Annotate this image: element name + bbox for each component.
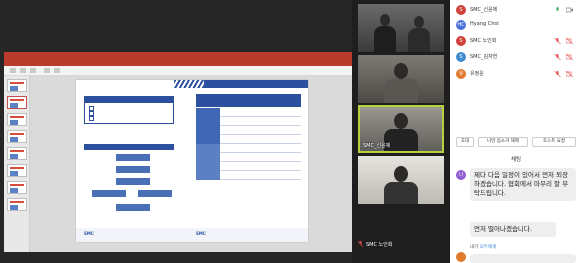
ribbon-icon[interactable] [44,68,50,73]
chat-message-partial [470,254,576,263]
request-host-button[interactable]: 호스트 요청 [532,137,576,147]
slide-thumbnail[interactable] [7,79,27,92]
slide-footer [76,228,308,242]
video-off-icon[interactable] [566,54,573,60]
slide-canvas: SMC SMC [30,76,352,252]
participant-body [384,182,418,204]
participant-name: 유정운 [470,71,484,77]
mic-on-icon[interactable] [554,7,561,13]
flow-box [116,204,150,211]
avatar: S [456,5,466,15]
participant-name: Hyang Choi [470,21,499,27]
checklist-item [89,116,184,121]
slide-thumbnail[interactable] [7,113,27,126]
slide-thumbnail[interactable] [7,181,27,194]
slide-thumbnail[interactable] [7,147,27,160]
slide-footer-logo: SMC [196,231,206,236]
avatar: 유 [456,69,466,79]
muted-mic-icon [358,241,363,247]
avatar: HC [456,20,466,30]
participant-head [380,14,390,26]
mic-muted-icon[interactable] [554,38,561,44]
shared-screen: SMC SMC [0,0,352,263]
participant-row[interactable]: S SMC 노인회 [456,35,580,47]
participant-body [374,26,396,52]
participant-row[interactable]: 유 유정운 [456,68,580,80]
table-category [196,144,220,180]
participant-head [394,63,408,79]
video-off-icon[interactable] [566,38,573,44]
chat-recipient: 모두에게 [479,245,497,250]
side-panel: S SMC_신윤제 HC Hyang Choi S SMC 노인회 S SMC_… [450,0,582,263]
chat-from-label: 내가 [470,245,479,250]
bottom-speaker-name: SMC 노인회 [366,242,393,248]
slide-header-stripe [174,80,204,88]
participant-head [394,166,408,182]
video-tile-label: SMC_신윤제 [363,143,391,149]
participant-body [384,79,418,103]
participant-name: SMC 노인회 [470,38,497,44]
flow-box [116,166,150,173]
unmute-me-button[interactable]: 나만 음소거 해제 [478,137,528,147]
chat-title: 채팅 [510,157,522,163]
chat-message: 먼저 떨어나겠습니다. [470,222,556,237]
slide-thumbnail[interactable] [7,130,27,143]
slide-thumbnail[interactable] [7,164,27,177]
room-video [358,4,444,52]
chat-avatar: 나 [456,170,466,180]
video-tile[interactable] [358,55,444,103]
participant-row[interactable]: HC Hyang Choi [456,19,580,31]
table-category [196,108,220,144]
checklist-item [89,111,184,116]
ribbon-icon[interactable] [30,68,36,73]
table-header [196,100,301,107]
ribbon-icon[interactable] [54,68,60,73]
slide-footer-logo: SMC [84,231,94,236]
avatar: S [456,36,466,46]
video-off-icon[interactable] [566,71,573,77]
mic-muted-icon[interactable] [554,71,561,77]
flow-box [138,190,172,197]
participant-body [408,28,430,52]
flow-title [84,144,174,150]
flow-box [116,178,150,185]
ribbon-icon[interactable] [20,68,26,73]
flow-box [92,190,126,197]
video-tile-active-speaker[interactable]: SMC_신윤제 [358,105,444,153]
participant-row[interactable]: S SMC_신윤제 [456,4,580,16]
chat-avatar [456,252,466,262]
checklist-item [89,106,184,111]
participant-name: SMC_신윤제 [470,7,498,13]
video-tile[interactable] [358,4,444,52]
avatar: S [456,52,466,62]
participant-body [384,129,418,151]
participant-row[interactable]: S SMC_김자연 [456,51,580,63]
ribbon-icon[interactable] [10,68,16,73]
participant-head [414,16,424,28]
ppt-title-bar [4,52,352,66]
mic-muted-icon[interactable] [554,54,561,60]
flow-box [116,154,150,161]
slide-thumbnail[interactable] [7,96,27,109]
chat-message: 제다 다음 일정이 있어서 먼저 퇴장하겠습니다. 협회에서 마무리 잘 부탁드… [470,168,576,201]
video-on-icon[interactable] [566,7,573,13]
participant-head [394,113,408,129]
participant-name: SMC_김자연 [470,54,498,60]
slide-thumbnails[interactable] [4,76,30,252]
video-tile[interactable] [358,156,444,204]
video-gallery: SMC_신윤제 [352,0,450,263]
current-slide: SMC SMC [76,80,308,242]
invite-button[interactable]: 초대 [456,137,474,147]
ppt-ribbon[interactable] [4,66,352,76]
slide-thumbnail[interactable] [7,198,27,211]
chat-recipient-line: 내가 모두에게 [470,244,496,250]
